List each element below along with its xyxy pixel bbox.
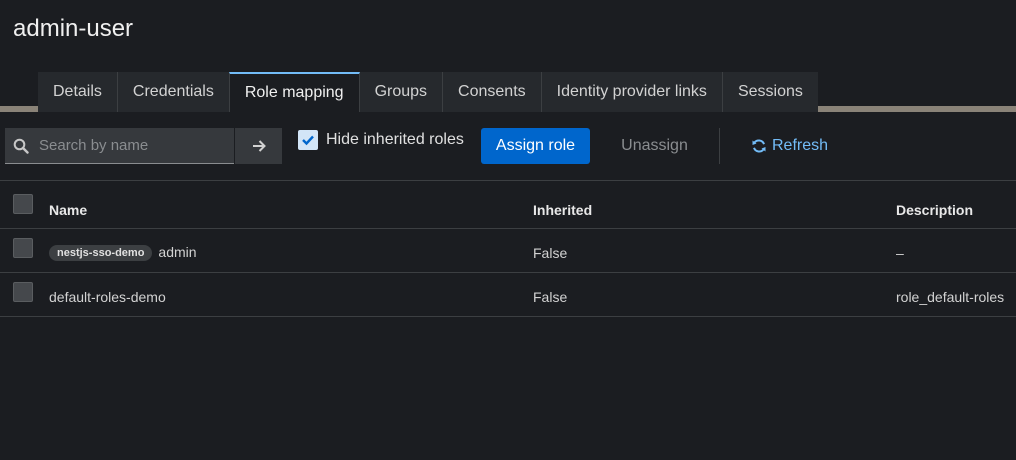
header-divider	[0, 228, 1016, 229]
tab-details[interactable]: Details	[38, 72, 117, 112]
hide-inherited-toggle[interactable]: Hide inherited roles	[298, 130, 464, 150]
user-detail-page: admin-user Details Credentials Role mapp…	[0, 0, 1016, 460]
tab-consents[interactable]: Consents	[442, 72, 541, 112]
refresh-button[interactable]: Refresh	[751, 128, 828, 164]
tab-groups[interactable]: Groups	[359, 72, 443, 112]
table-bottom-border	[0, 316, 1016, 317]
row-inherited: False	[533, 289, 568, 305]
toolbar-divider	[719, 128, 720, 164]
checkmark-icon	[302, 135, 314, 146]
hide-inherited-checkbox[interactable]	[298, 130, 318, 150]
tab-credentials[interactable]: Credentials	[116, 72, 229, 112]
select-all-checkbox[interactable]	[13, 194, 33, 214]
search-icon	[5, 138, 37, 154]
refresh-label: Refresh	[772, 137, 829, 154]
row-checkbox[interactable]	[13, 238, 33, 258]
role-name: admin	[158, 244, 197, 260]
tab-list: Details Credentials Role mapping Groups …	[38, 72, 818, 112]
tab-sessions[interactable]: Sessions	[721, 72, 818, 112]
arrow-right-icon	[252, 140, 266, 152]
row-divider	[0, 272, 1016, 273]
row-description: role_default-roles	[896, 289, 1005, 305]
row-checkbox[interactable]	[13, 282, 33, 302]
tab-role-mapping[interactable]: Role mapping	[228, 72, 360, 112]
hide-inherited-label: Hide inherited roles	[326, 131, 464, 148]
search-box	[5, 128, 234, 164]
client-badge: nestjs-sso-demo	[49, 245, 153, 262]
table-row-name: nestjs-sso-demo admin	[49, 244, 197, 262]
assign-role-button[interactable]: Assign role	[481, 128, 590, 164]
role-name: default-roles-demo	[49, 289, 166, 305]
column-header-inherited: Inherited	[533, 202, 593, 218]
page-title: admin-user	[13, 15, 134, 42]
unassign-button[interactable]: Unassign	[606, 128, 703, 164]
row-inherited: False	[533, 245, 568, 261]
column-header-description: Description	[896, 202, 974, 218]
tab-identity-provider-links[interactable]: Identity provider links	[540, 72, 722, 112]
search-input[interactable]	[37, 136, 231, 155]
sync-icon	[752, 139, 766, 153]
table-top-border	[0, 180, 1016, 181]
search-submit-button[interactable]	[234, 128, 282, 164]
column-header-name[interactable]: Name	[49, 202, 87, 218]
row-description: –	[896, 245, 904, 261]
